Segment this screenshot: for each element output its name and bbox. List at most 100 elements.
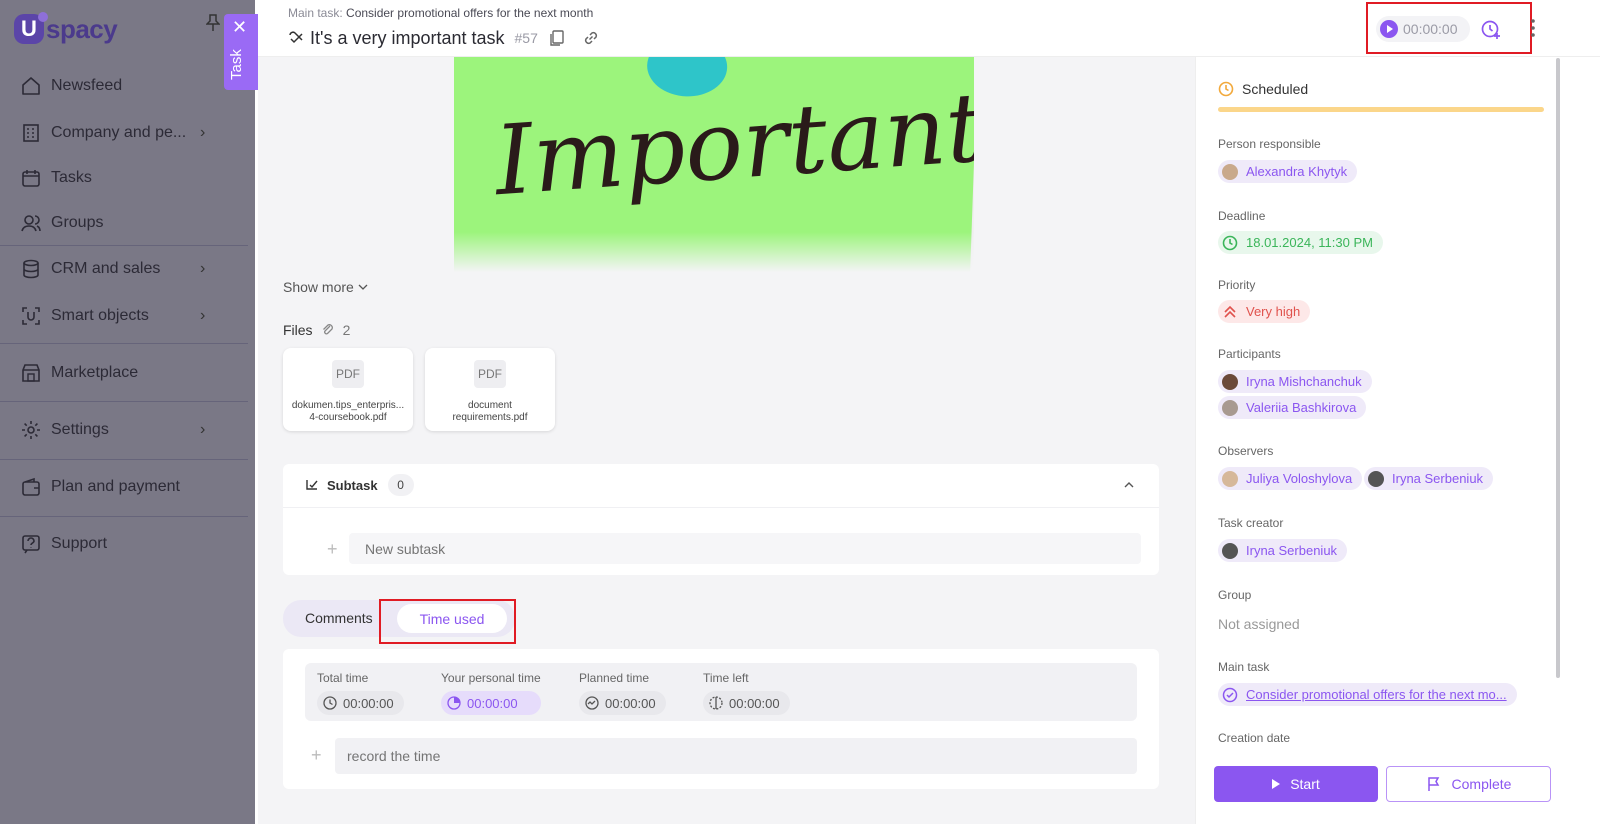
link-icon[interactable] <box>582 29 600 47</box>
avatar <box>1222 373 1238 390</box>
divider <box>0 245 248 246</box>
start-label: Start <box>1290 776 1320 792</box>
chevron-up-icon[interactable] <box>1123 480 1135 490</box>
sidebar-item-tasks[interactable]: Tasks <box>0 156 230 200</box>
main-task-chip[interactable]: Consider promotional offers for the next… <box>1218 683 1517 706</box>
start-button[interactable]: Start <box>1214 766 1378 802</box>
timer-button[interactable]: 00:00:00 <box>1376 16 1470 42</box>
help-icon <box>22 535 40 554</box>
planned-time-text: 00:00:00 <box>605 695 656 711</box>
sidebar-item-label: Marketplace <box>51 364 139 381</box>
status[interactable]: Scheduled <box>1218 81 1308 97</box>
task-tab-label: Task <box>228 49 245 80</box>
priority-chip[interactable]: Very high <box>1218 300 1311 323</box>
sidebar-item-crm[interactable]: CRM and sales › <box>0 247 230 291</box>
sidebar-item-settings[interactable]: Settings › <box>0 408 230 452</box>
chevron-right-icon: › <box>200 124 206 141</box>
complete-button[interactable]: Complete <box>1386 766 1551 802</box>
timer-highlight: 00:00:00 <box>1366 2 1532 54</box>
sidebar-item-label: Support <box>51 535 108 552</box>
chevron-right-icon: › <box>200 421 206 438</box>
tab-comments[interactable]: Comments <box>305 610 373 626</box>
group-value[interactable]: Not assigned <box>1218 616 1300 632</box>
main-task-breadcrumb[interactable]: Main task: Consider promotional offers f… <box>288 6 593 20</box>
subtask-icon <box>306 480 318 490</box>
smart-object-icon <box>22 307 40 325</box>
copy-icon[interactable] <box>548 29 566 47</box>
participant-chip[interactable]: Iryna Mishchanchuk <box>1218 370 1372 393</box>
divider <box>0 343 248 344</box>
avatar <box>1222 163 1238 180</box>
main-task-name[interactable]: Consider promotional offers for the next… <box>346 6 593 20</box>
gear-icon <box>22 421 40 439</box>
task-header: Main task: Consider promotional offers f… <box>258 0 1600 57</box>
users-icon <box>21 215 41 232</box>
file-card[interactable]: PDF document requirements.pdf <box>425 348 555 431</box>
participant-name: Valeriia Bashkirova <box>1246 400 1357 415</box>
sidebar-item-smart-objects[interactable]: Smart objects › <box>0 294 230 338</box>
logo-text: spacy <box>46 13 118 44</box>
participants-label: Participants <box>1218 347 1281 361</box>
close-icon[interactable]: ✕ <box>232 18 247 36</box>
planned-time: Planned time 00:00:00 <box>579 671 666 715</box>
status-progress-bar <box>1218 107 1544 112</box>
person-responsible-chip[interactable]: Alexandra Khytyk <box>1218 160 1358 183</box>
time-left: Time left 00:00:00 <box>703 671 790 715</box>
file-name: dokumen.tips_enterpris... 4-coursebook.p… <box>291 400 405 423</box>
page-title[interactable]: It's a very important task <box>310 28 505 49</box>
plus-icon[interactable]: + <box>327 539 338 560</box>
chevron-right-icon: › <box>200 307 206 324</box>
add-time-icon[interactable] <box>1480 18 1502 40</box>
total-time-label: Total time <box>317 671 369 685</box>
sidebar-item-marketplace[interactable]: Marketplace <box>0 351 230 395</box>
timer-value: 00:00:00 <box>1403 21 1458 37</box>
file-card[interactable]: PDF dokumen.tips_enterpris... 4-coursebo… <box>283 348 413 431</box>
total-time-value: 00:00:00 <box>317 691 404 715</box>
plus-icon[interactable]: + <box>311 745 322 766</box>
image-fade <box>454 232 974 272</box>
sidebar-item-label: Company and pe... <box>51 124 187 141</box>
participant-chip[interactable]: Valeriia Bashkirova <box>1218 396 1367 419</box>
panel-scrollbar[interactable] <box>1556 58 1560 678</box>
subtask-icon <box>289 31 303 44</box>
total-time: Total time 00:00:00 <box>317 671 404 715</box>
main-task-prefix: Main task: <box>288 6 343 20</box>
new-subtask-input[interactable] <box>349 533 1141 564</box>
image-word: Important <box>491 71 974 218</box>
sidebar-item-newsfeed[interactable]: Newsfeed <box>0 64 230 108</box>
subtask-count-badge: 0 <box>387 474 414 496</box>
planned-time-label: Planned time <box>579 671 650 685</box>
task-image[interactable]: Important <box>454 57 974 272</box>
play-icon <box>1380 20 1398 38</box>
observer-chip[interactable]: Iryna Serbeniuk <box>1364 467 1494 490</box>
task-side-tab[interactable]: ✕ Task <box>224 14 258 90</box>
logo[interactable]: U spacy <box>14 12 118 46</box>
deadline-chip[interactable]: 18.01.2024, 11:30 PM <box>1218 231 1383 254</box>
show-more-button[interactable]: Show more <box>283 279 368 295</box>
more-options-icon[interactable] <box>1530 18 1536 38</box>
subtask-header[interactable]: Subtask 0 <box>305 474 414 496</box>
time-left-value: 00:00:00 <box>703 691 790 715</box>
task-creator-chip[interactable]: Iryna Serbeniuk <box>1218 539 1348 562</box>
observers-label: Observers <box>1218 444 1274 458</box>
main-task-link[interactable]: Consider promotional offers for the next… <box>1246 687 1507 702</box>
record-time-input[interactable] <box>335 738 1137 774</box>
divider <box>0 401 248 402</box>
home-icon <box>22 77 40 95</box>
pin-icon[interactable] <box>205 14 221 32</box>
deadline-label: Deadline <box>1218 209 1266 223</box>
person-responsible-label: Person responsible <box>1218 137 1321 151</box>
personal-time-label: Your personal time <box>441 671 541 685</box>
sidebar: U spacy Newsfeed Company and pe... › Tas… <box>0 0 255 824</box>
planned-time-value: 00:00:00 <box>579 691 666 715</box>
sidebar-item-support[interactable]: Support <box>0 522 230 566</box>
observer-name: Iryna Serbeniuk <box>1392 471 1484 486</box>
show-more-label: Show more <box>283 279 354 295</box>
play-icon <box>1272 779 1281 789</box>
divider <box>0 459 248 460</box>
sidebar-item-company[interactable]: Company and pe... › <box>0 111 230 155</box>
sidebar-item-groups[interactable]: Groups <box>0 201 230 245</box>
observer-chip[interactable]: Juliya Voloshylova <box>1218 467 1363 490</box>
sidebar-item-plan[interactable]: Plan and payment <box>0 465 230 509</box>
avatar <box>1368 470 1384 487</box>
